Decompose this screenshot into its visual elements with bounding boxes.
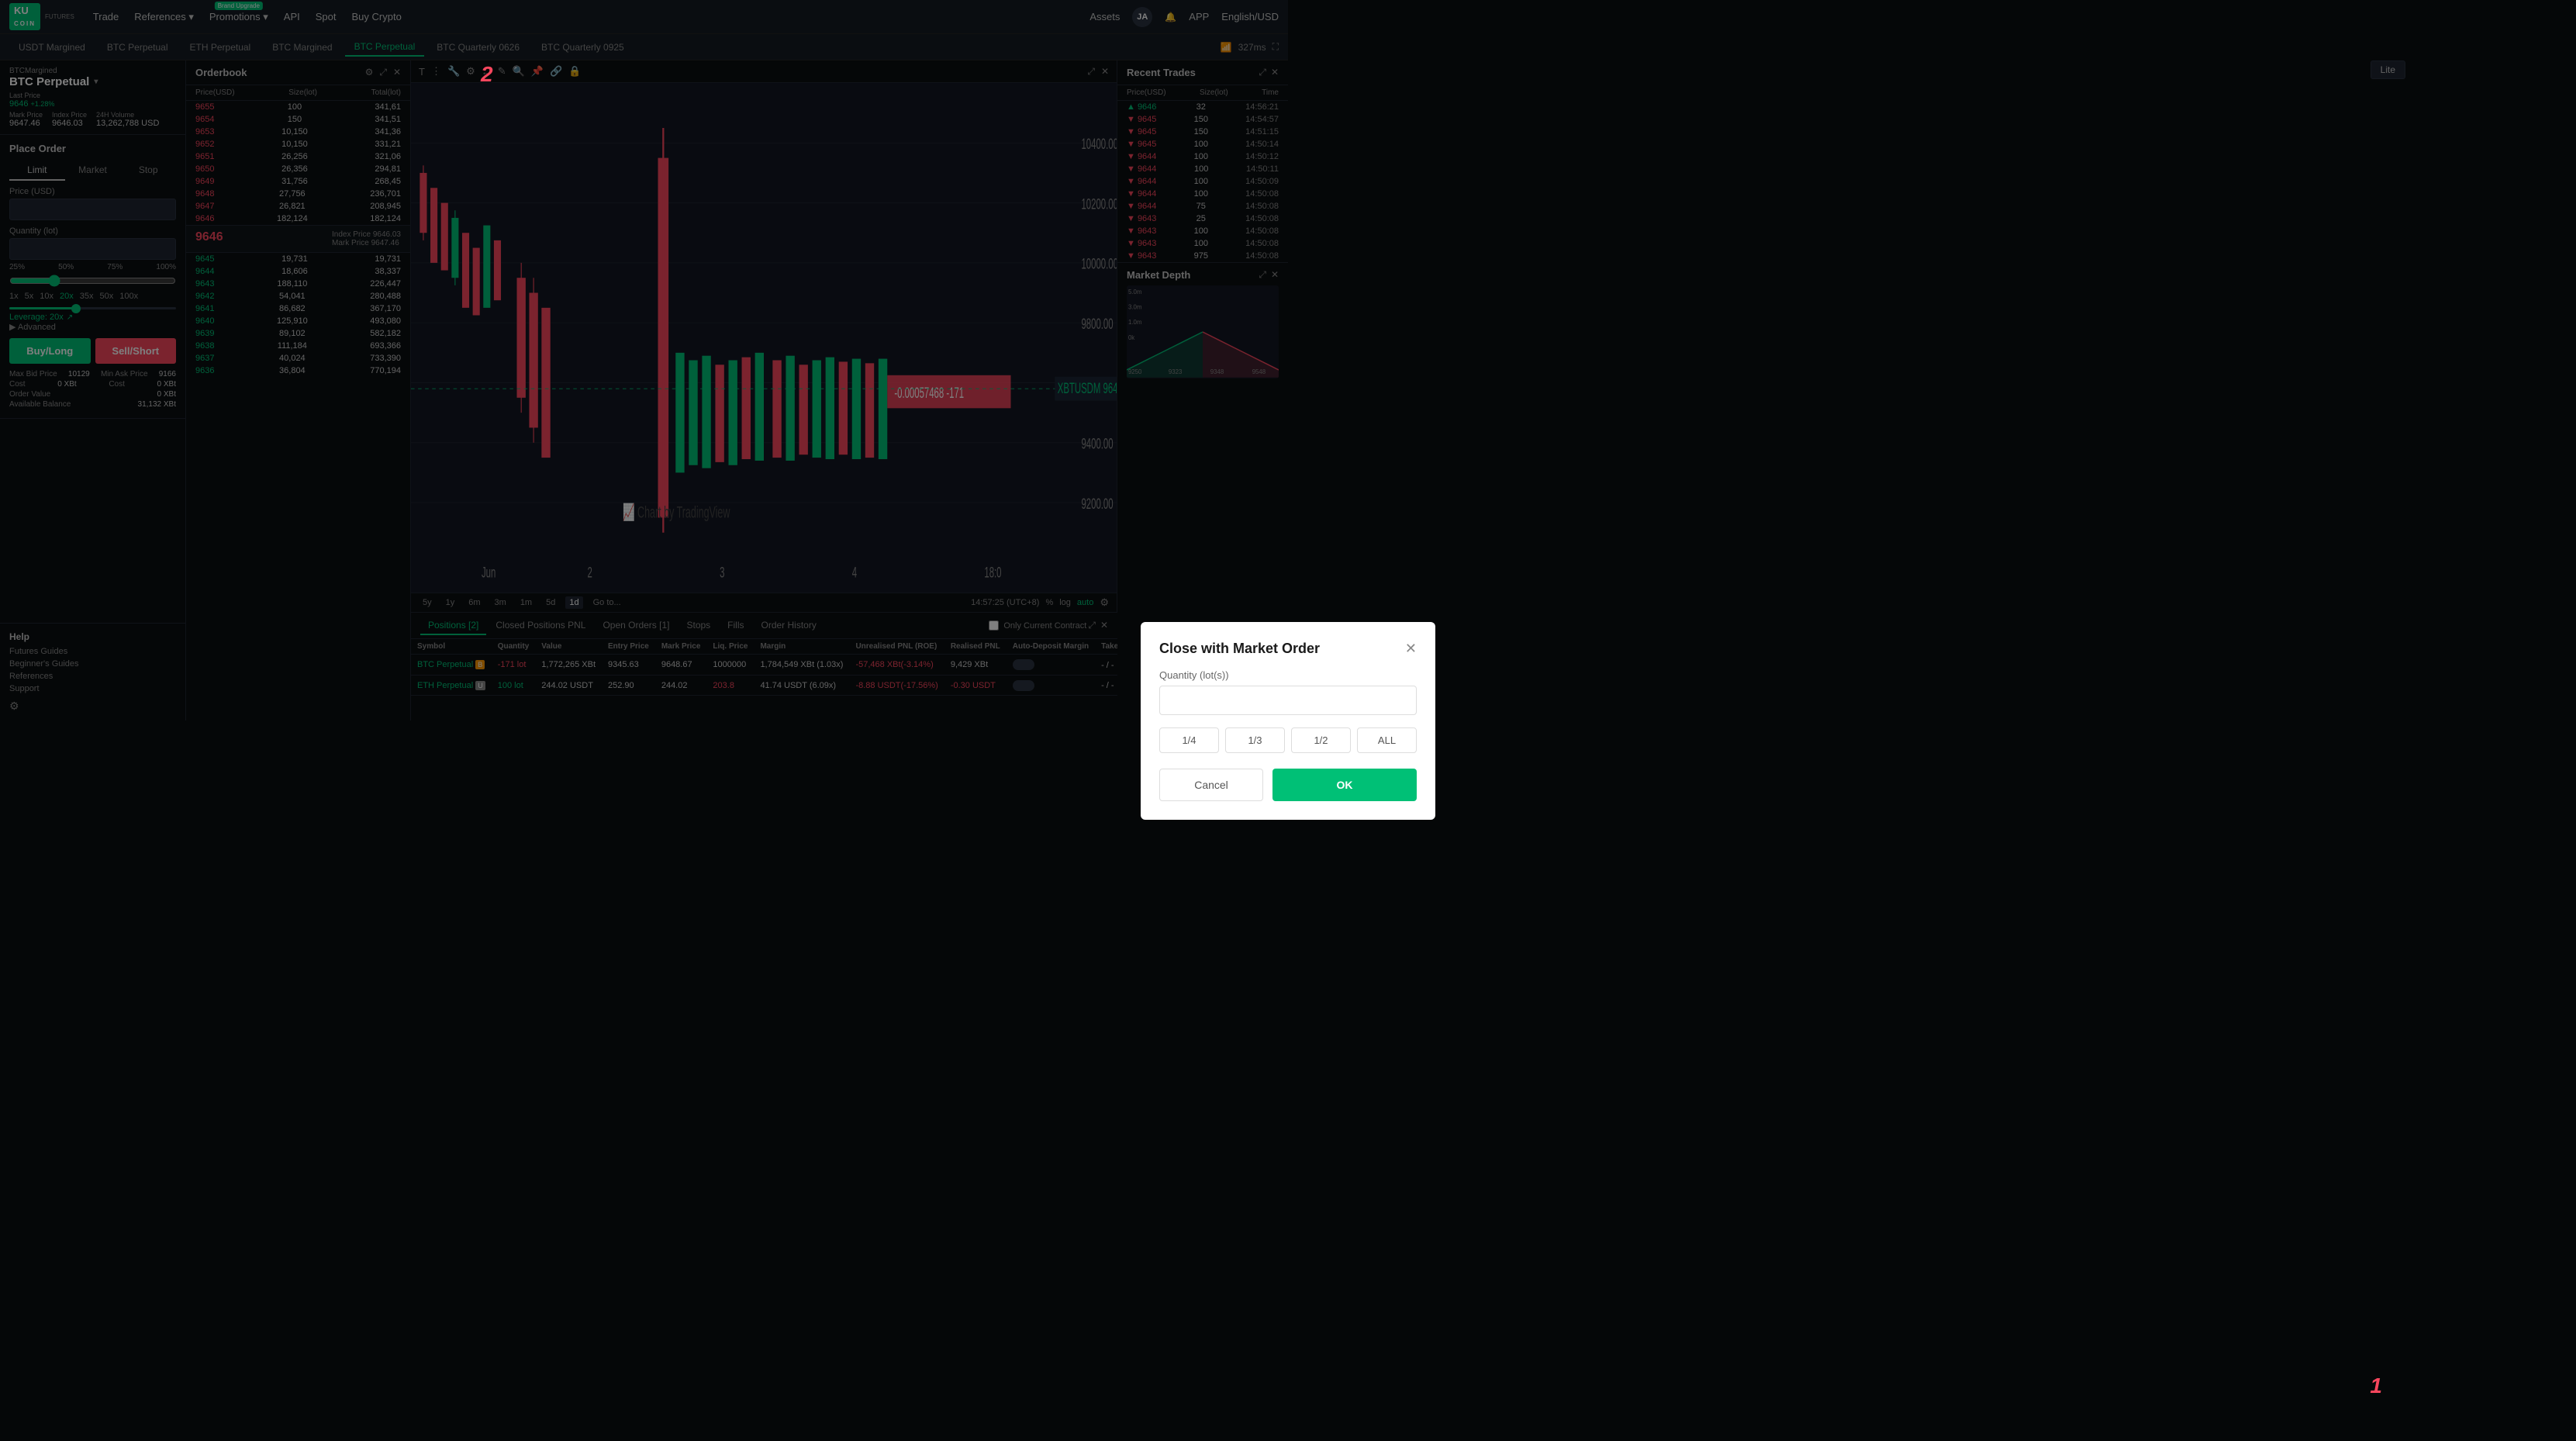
modal-cancel-button[interactable]: Cancel — [1159, 769, 1263, 801]
modal-title: Close with Market Order — [1159, 641, 1320, 657]
modal-quantity-label: Quantity (lot(s)) — [1159, 669, 1417, 681]
modal-close-button[interactable]: ✕ — [1405, 641, 1417, 657]
fraction-quarter[interactable]: 1/4 — [1159, 727, 1219, 753]
fraction-all[interactable]: ALL — [1357, 727, 1417, 753]
fraction-half[interactable]: 1/2 — [1291, 727, 1351, 753]
modal-fractions: 1/4 1/3 1/2 ALL — [1159, 727, 1417, 753]
modal-actions: Cancel OK — [1159, 769, 1417, 801]
modal-ok-button[interactable]: OK — [1272, 769, 1417, 801]
modal-quantity-input[interactable] — [1159, 686, 1417, 715]
modal-overlay[interactable]: Close with Market Order ✕ Quantity (lot(… — [0, 0, 2576, 1441]
modal-header: Close with Market Order ✕ — [1159, 641, 1417, 657]
close-market-order-modal: Close with Market Order ✕ Quantity (lot(… — [1141, 622, 1435, 820]
fraction-third[interactable]: 1/3 — [1225, 727, 1285, 753]
